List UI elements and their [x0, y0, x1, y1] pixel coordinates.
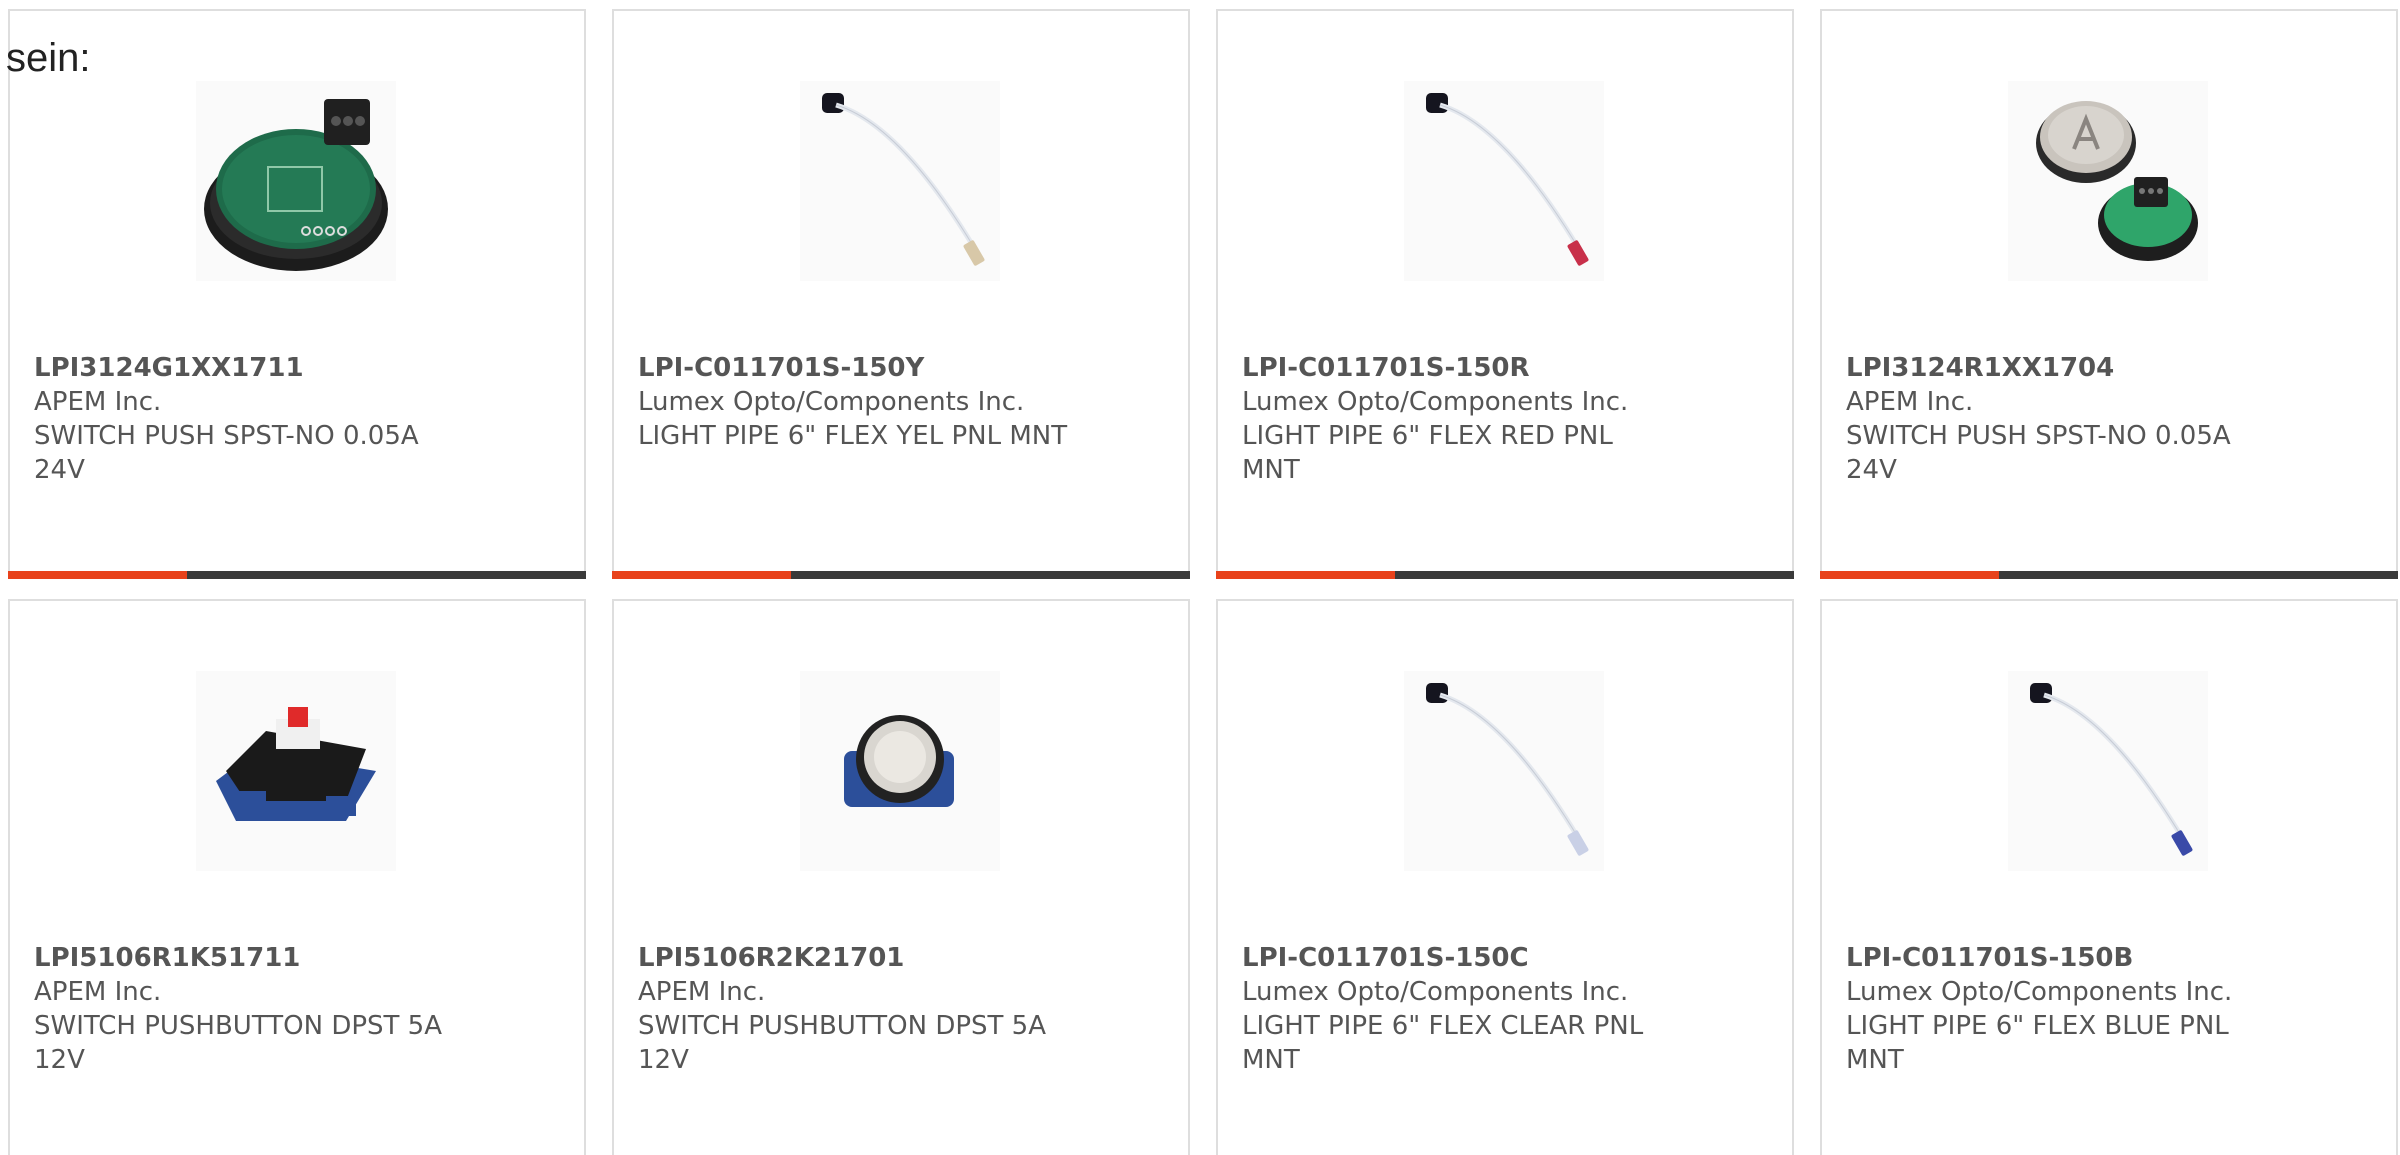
round-push-button-icon: [844, 715, 954, 807]
flex-light-pipe-icon: [1426, 683, 1589, 856]
product-description: SWITCH PUSH SPST-NO 0.05A 24V: [34, 421, 419, 485]
part-number-link[interactable]: LPI3124G1XX1711: [34, 351, 560, 385]
manufacturer: Lumex Opto/Components Inc.: [1242, 387, 1629, 417]
product-image[interactable]: [800, 81, 1000, 281]
flex-light-pipe-icon: [822, 93, 985, 266]
manufacturer: APEM Inc.: [34, 387, 162, 417]
product-image[interactable]: [2008, 671, 2208, 871]
product-image[interactable]: [196, 671, 396, 871]
progress-bar-fill: [8, 571, 188, 579]
flex-light-pipe-icon: [2030, 683, 2193, 856]
intro-text: sein:: [6, 36, 91, 80]
product-card[interactable]: LPI-C011701S-150Y Lumex Opto/Components …: [612, 9, 1190, 579]
manufacturer: Lumex Opto/Components Inc.: [1846, 977, 2233, 1007]
product-info: LPI3124G1XX1711 APEM Inc. SWITCH PUSH SP…: [34, 351, 560, 487]
product-image[interactable]: [800, 671, 1000, 871]
progress-bar: [8, 571, 586, 579]
part-number-link[interactable]: LPI-C011701S-150C: [1242, 941, 1768, 975]
product-card[interactable]: LPI3124R1XX1704 APEM Inc. SWITCH PUSH SP…: [1820, 9, 2398, 579]
flex-light-pipe-icon: [1426, 93, 1589, 266]
progress-bar: [1216, 571, 1794, 579]
part-number-link[interactable]: LPI-C011701S-150R: [1242, 351, 1768, 385]
green-pcb-push-switch-icon: [204, 99, 388, 271]
product-card[interactable]: LPI5106R2K21701 APEM Inc. SWITCH PUSHBUT…: [612, 599, 1190, 1155]
product-description: LIGHT PIPE 6" FLEX YEL PNL MNT: [638, 421, 1068, 451]
product-image[interactable]: [2008, 81, 2208, 281]
part-number-link[interactable]: LPI-C011701S-150B: [1846, 941, 2372, 975]
product-card[interactable]: LPI-C011701S-150C Lumex Opto/Components …: [1216, 599, 1794, 1155]
progress-bar-fill: [612, 571, 792, 579]
manufacturer: Lumex Opto/Components Inc.: [1242, 977, 1629, 1007]
part-number-link[interactable]: LPI5106R2K21701: [638, 941, 1164, 975]
progress-bar-fill: [1216, 571, 1396, 579]
manufacturer: APEM Inc.: [638, 977, 766, 1007]
product-info: LPI-C011701S-150B Lumex Opto/Components …: [1846, 941, 2372, 1077]
progress-bar-fill: [1820, 571, 2000, 579]
product-description: SWITCH PUSH SPST-NO 0.05A 24V: [1846, 421, 2231, 485]
part-number-link[interactable]: LPI3124R1XX1704: [1846, 351, 2372, 385]
product-grid: LPI3124G1XX1711 APEM Inc. SWITCH PUSH SP…: [8, 9, 2398, 1155]
product-info: LPI5106R1K51711 APEM Inc. SWITCH PUSHBUT…: [34, 941, 560, 1077]
product-description: SWITCH PUSHBUTTON DPST 5A 12V: [638, 1011, 1047, 1075]
product-info: LPI-C011701S-150R Lumex Opto/Components …: [1242, 351, 1768, 487]
manufacturer: APEM Inc.: [1846, 387, 1974, 417]
product-description: LIGHT PIPE 6" FLEX RED PNL MNT: [1242, 421, 1613, 485]
product-card[interactable]: LPI5106R1K51711 APEM Inc. SWITCH PUSHBUT…: [8, 599, 586, 1155]
product-info: LPI5106R2K21701 APEM Inc. SWITCH PUSHBUT…: [638, 941, 1164, 1077]
product-description: LIGHT PIPE 6" FLEX BLUE PNL MNT: [1846, 1011, 2229, 1075]
product-info: LPI3124R1XX1704 APEM Inc. SWITCH PUSH SP…: [1846, 351, 2372, 487]
product-image[interactable]: [1404, 671, 1604, 871]
manufacturer: Lumex Opto/Components Inc.: [638, 387, 1025, 417]
product-card[interactable]: LPI-C011701S-150B Lumex Opto/Components …: [1820, 599, 2398, 1155]
product-info: LPI-C011701S-150C Lumex Opto/Components …: [1242, 941, 1768, 1077]
progress-bar: [612, 571, 1190, 579]
progress-bar: [1820, 571, 2398, 579]
elevator-push-button-icon: [2036, 101, 2198, 261]
part-number-link[interactable]: LPI-C011701S-150Y: [638, 351, 1164, 385]
product-image[interactable]: [196, 81, 396, 281]
product-card[interactable]: LPI3124G1XX1711 APEM Inc. SWITCH PUSH SP…: [8, 9, 586, 579]
page: sein: LPI3124G1XX1711 APEM Inc. SWITCH P…: [0, 0, 2400, 1155]
product-description: SWITCH PUSHBUTTON DPST 5A 12V: [34, 1011, 443, 1075]
part-number-link[interactable]: LPI5106R1K51711: [34, 941, 560, 975]
product-description: LIGHT PIPE 6" FLEX CLEAR PNL MNT: [1242, 1011, 1644, 1075]
product-info: LPI-C011701S-150Y Lumex Opto/Components …: [638, 351, 1164, 453]
manufacturer: APEM Inc.: [34, 977, 162, 1007]
blue-base-switch-icon: [216, 707, 376, 821]
product-card[interactable]: LPI-C011701S-150R Lumex Opto/Components …: [1216, 9, 1794, 579]
product-image[interactable]: [1404, 81, 1604, 281]
